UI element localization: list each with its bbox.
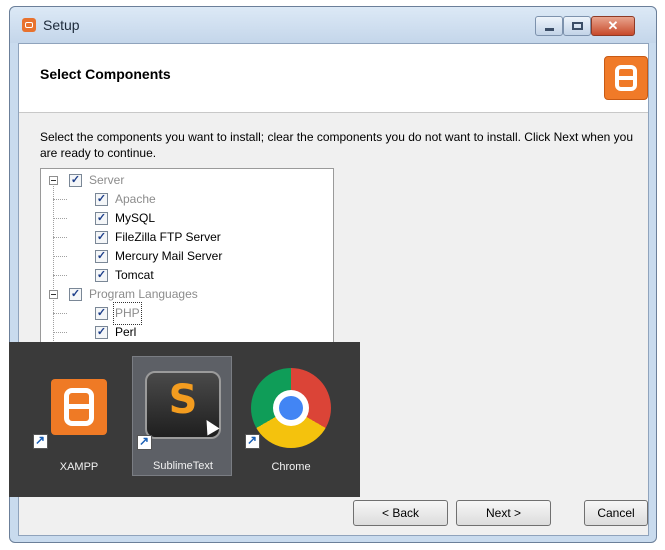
tree-group-row[interactable]: ✓ Server	[41, 171, 333, 190]
next-button[interactable]: Next >	[456, 500, 551, 526]
desktop-shortcuts-overlay: XAMPP S SublimeText Chrome	[9, 342, 360, 497]
tree-branch-line	[53, 332, 67, 333]
tree-branch-line	[53, 199, 67, 200]
component-checkbox[interactable]: ✓	[69, 174, 82, 187]
tree-item-row[interactable]: ✓ FileZilla FTP Server	[41, 228, 333, 247]
tree-group-row[interactable]: ✓ Program Languages	[41, 285, 333, 304]
tree-branch-line	[53, 313, 67, 314]
component-label: PHP	[113, 302, 142, 325]
tree-item-row[interactable]: ✓ Tomcat	[41, 266, 333, 285]
component-label: Tomcat	[115, 268, 154, 282]
tree-branch-line	[53, 218, 67, 219]
sublime-s-glyph: S	[168, 377, 198, 423]
page-title: Select Components	[40, 66, 171, 82]
tree-item-row[interactable]: ✓ MySQL	[41, 209, 333, 228]
component-checkbox[interactable]: ✓	[95, 307, 108, 320]
chrome-icon	[251, 368, 331, 448]
components-tree[interactable]: ✓ Server ✓ Apache ✓ MySQL ✓ FileZilla FTP Serve…	[40, 168, 334, 350]
tree-item-row[interactable]: ✓ PHP	[41, 302, 333, 325]
component-checkbox[interactable]: ✓	[95, 326, 108, 339]
component-label: Mercury Mail Server	[115, 249, 223, 263]
tree-item-row[interactable]: ✓ Apache	[41, 190, 333, 209]
collapse-toggle-icon[interactable]	[49, 290, 58, 299]
shortcut-arrow-icon	[33, 433, 48, 449]
shortcut-arrow-icon	[137, 434, 152, 450]
sublime-text-label: SublimeText	[153, 460, 213, 472]
chrome-label: Chrome	[271, 461, 311, 473]
component-checkbox[interactable]: ✓	[95, 193, 108, 206]
component-checkbox[interactable]: ✓	[95, 269, 108, 282]
tree-item-row[interactable]: ✓ Perl	[41, 323, 333, 342]
close-button[interactable]: ✕	[591, 16, 635, 36]
window-title: Setup	[43, 17, 80, 33]
tree-branch-line	[53, 256, 67, 257]
component-label: FileZilla FTP Server	[115, 230, 221, 244]
component-label: Program Languages	[89, 287, 198, 301]
component-label: Perl	[115, 325, 137, 339]
component-checkbox[interactable]: ✓	[69, 288, 82, 301]
xampp-glyph	[64, 388, 94, 426]
title-bar[interactable]: Setup ✕	[10, 7, 656, 43]
tree-branch-line	[53, 237, 67, 238]
sublime-text-shortcut[interactable]: S SublimeText	[132, 356, 232, 476]
xampp-label: XAMPP	[59, 461, 99, 473]
tree-item-row[interactable]: ✓ Mercury Mail Server	[41, 247, 333, 266]
shortcut-arrow-icon	[245, 433, 260, 449]
component-checkbox[interactable]: ✓	[95, 250, 108, 263]
wizard-header: Select Components	[19, 44, 648, 113]
component-checkbox[interactable]: ✓	[95, 231, 108, 244]
tree-branch-line	[53, 275, 67, 276]
xampp-logo-glyph	[615, 65, 637, 91]
xampp-logo-icon	[604, 56, 648, 100]
component-label: MySQL	[115, 211, 156, 225]
xampp-shortcut[interactable]: XAMPP	[29, 356, 129, 476]
component-label: Server	[89, 173, 125, 187]
component-checkbox[interactable]: ✓	[95, 212, 108, 225]
xampp-icon	[51, 379, 107, 435]
chrome-shortcut[interactable]: Chrome	[241, 356, 341, 476]
collapse-toggle-icon[interactable]	[49, 176, 58, 185]
instructions-text: Select the components you want to instal…	[40, 130, 633, 160]
back-button[interactable]: < Back	[353, 500, 448, 526]
setup-app-icon	[22, 18, 36, 32]
component-label: Apache	[115, 192, 156, 206]
cancel-button[interactable]: Cancel	[584, 500, 648, 526]
maximize-button[interactable]	[563, 16, 591, 36]
minimize-button[interactable]	[535, 16, 563, 36]
